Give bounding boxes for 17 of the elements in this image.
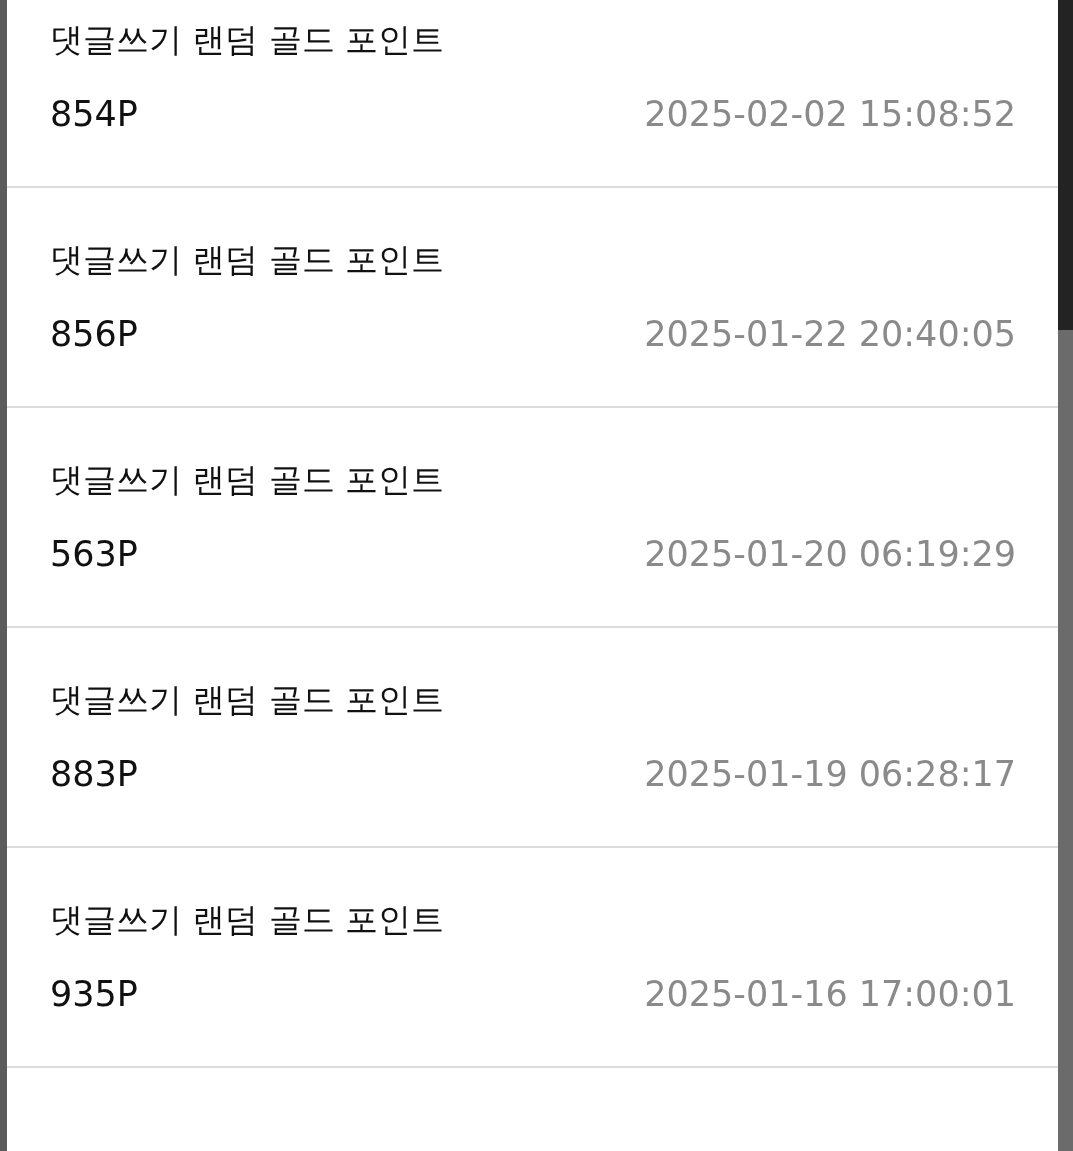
point-date: 2025-01-20 06:19:29 <box>644 534 1016 574</box>
point-date: 2025-01-19 06:28:17 <box>644 754 1016 794</box>
scrollbar-thumb[interactable] <box>1058 0 1073 330</box>
point-title: 댓글쓰기 랜덤 골드 포인트 <box>50 20 446 60</box>
point-amount: 856P <box>50 314 138 354</box>
point-date: 2025-01-22 20:40:05 <box>644 314 1016 354</box>
point-amount: 883P <box>50 754 138 794</box>
point-title: 댓글쓰기 랜덤 골드 포인트 <box>50 900 446 940</box>
point-date: 2025-01-16 17:00:01 <box>644 974 1016 1014</box>
point-title: 댓글쓰기 랜덤 골드 포인트 <box>50 680 446 720</box>
point-title: 댓글쓰기 랜덤 골드 포인트 <box>50 240 446 280</box>
point-amount: 935P <box>50 974 138 1014</box>
point-amount: 563P <box>50 534 138 574</box>
point-amount: 854P <box>50 94 138 134</box>
scrollbar-track[interactable] <box>1058 0 1073 1151</box>
point-date: 2025-02-02 15:08:52 <box>644 94 1016 134</box>
point-title: 댓글쓰기 랜덤 골드 포인트 <box>50 460 446 500</box>
